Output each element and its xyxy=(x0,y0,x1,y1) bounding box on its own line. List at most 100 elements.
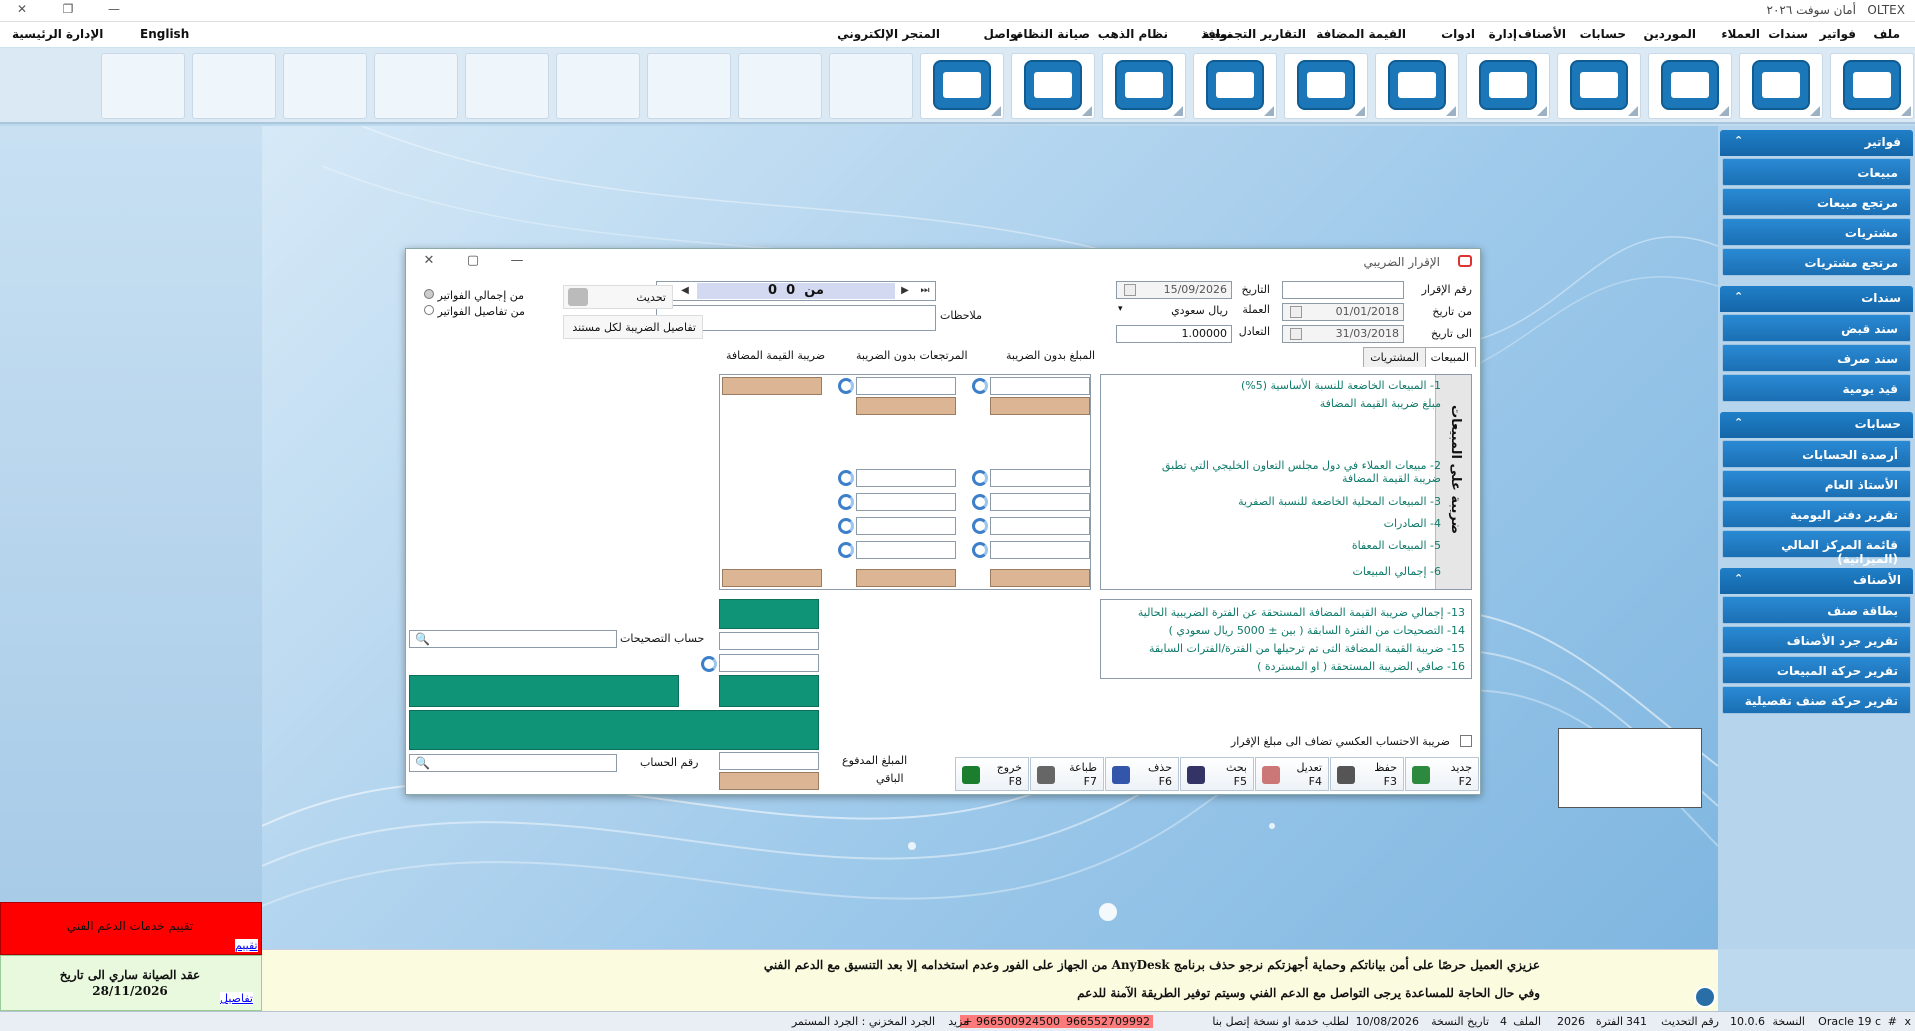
toolbar-button[interactable] xyxy=(1375,53,1459,119)
menu-item[interactable]: ادوات xyxy=(1441,27,1475,41)
radio-details-label[interactable]: من تفاصيل الفواتير xyxy=(424,305,525,318)
dialog-maximize-icon[interactable]: ▢ xyxy=(462,253,484,268)
menu-item[interactable]: العملاء xyxy=(1721,27,1760,41)
menu-item[interactable]: المتجر الإلكتروني xyxy=(837,27,940,41)
toolbar-button[interactable] xyxy=(1284,53,1368,119)
to-date-picker-icon[interactable] xyxy=(1290,328,1302,340)
radio-total-label[interactable]: من إجمالي الفواتير xyxy=(424,289,524,302)
amount-input[interactable] xyxy=(856,493,956,511)
last-record-icon[interactable]: ⏭ xyxy=(917,282,933,300)
amount-input[interactable] xyxy=(990,517,1090,535)
toolbar-button[interactable] xyxy=(1011,53,1095,119)
reverse-tax-checkbox[interactable] xyxy=(1460,735,1472,747)
refresh-row-icon[interactable] xyxy=(972,518,988,534)
refresh-row-icon[interactable] xyxy=(838,470,854,486)
prev-record-icon[interactable]: ◀ xyxy=(677,282,693,300)
refresh-row-icon[interactable] xyxy=(972,542,988,558)
sidebar-item[interactable]: أرصدة الحسابات xyxy=(1722,440,1911,468)
sidebar-item[interactable]: سند صرف xyxy=(1722,344,1911,372)
menu-item[interactable]: إدارة xyxy=(1489,27,1517,41)
toolbar-button[interactable] xyxy=(1193,53,1277,119)
button-exit[interactable]: خروج F8 xyxy=(955,757,1029,791)
decl-no-input[interactable] xyxy=(1282,281,1404,299)
amount-input[interactable] xyxy=(990,493,1090,511)
toolbar-button[interactable] xyxy=(1557,53,1641,119)
amount-input[interactable] xyxy=(856,469,956,487)
sidebar-group-2[interactable]: حسابات ⌃ xyxy=(1720,412,1913,438)
toolbar-empty-slot[interactable] xyxy=(738,53,822,119)
corrections-account-input[interactable]: 🔍 xyxy=(409,630,617,648)
button-new[interactable]: جديد F2 xyxy=(1405,757,1479,791)
sidebar-item[interactable]: مرتجع مشتريات xyxy=(1722,248,1911,276)
refresh-row-icon[interactable] xyxy=(972,378,988,394)
amount-input[interactable] xyxy=(856,377,956,395)
refresh-row-icon[interactable] xyxy=(838,542,854,558)
menu-item[interactable]: نظام الذهب xyxy=(1098,27,1168,41)
menu-item[interactable]: القيمة المضافة xyxy=(1316,27,1406,41)
toolbar-empty-slot[interactable] xyxy=(647,53,731,119)
dialog-close-icon[interactable]: ✕ xyxy=(418,253,440,268)
menu-item[interactable]: تواصل xyxy=(984,27,1022,41)
tab-purchases[interactable]: المشتريات xyxy=(1363,347,1426,367)
menu-item[interactable]: الموردين xyxy=(1643,27,1696,41)
toolbar-button[interactable] xyxy=(1830,53,1914,119)
button-edit[interactable]: تعديل F4 xyxy=(1255,757,1329,791)
sidebar-item[interactable]: مشتريات xyxy=(1722,218,1911,246)
toolbar-empty-slot[interactable] xyxy=(283,53,367,119)
carried-forward-input[interactable] xyxy=(719,654,819,672)
sidebar-item[interactable]: تقرير دفتر اليومية xyxy=(1722,500,1911,528)
refresh-button[interactable]: تحديث xyxy=(563,285,673,309)
search-icon[interactable]: 🔍 xyxy=(412,632,430,647)
paid-input[interactable] xyxy=(719,752,819,770)
dialog-minimize-icon[interactable]: — xyxy=(506,253,528,268)
toolbar-button[interactable] xyxy=(1466,53,1550,119)
menu-item[interactable]: حسابات xyxy=(1580,27,1626,41)
close-window-icon[interactable]: ✕ xyxy=(12,2,32,16)
settings-gear-icon[interactable] xyxy=(1694,986,1716,1008)
amount-input[interactable] xyxy=(856,541,956,559)
toolbar-button[interactable] xyxy=(920,53,1004,119)
amount-input[interactable] xyxy=(856,517,956,535)
rate-input[interactable]: 1.00000 xyxy=(1116,325,1232,343)
maintenance-details-link[interactable]: تفاصيل xyxy=(220,992,253,1005)
menu-home[interactable]: الإدارة الرئيسية xyxy=(12,27,103,41)
sidebar-item[interactable]: سند قبض xyxy=(1722,314,1911,342)
menu-item[interactable]: سندات xyxy=(1768,27,1808,41)
sidebar-item[interactable]: الأستاذ العام xyxy=(1722,470,1911,498)
amount-input[interactable] xyxy=(990,541,1090,559)
currency-select[interactable]: ريال سعودي ▾ xyxy=(1116,303,1232,321)
amount-input[interactable] xyxy=(990,469,1090,487)
from-date-picker-icon[interactable] xyxy=(1290,306,1302,318)
button-search[interactable]: بحث F5 xyxy=(1180,757,1254,791)
tax-details-button[interactable]: تفاصيل الضريبة لكل مستند xyxy=(563,315,703,339)
sidebar-group-1[interactable]: سندات ⌃ xyxy=(1720,286,1913,312)
restore-window-icon[interactable]: ❐ xyxy=(58,2,78,16)
menu-item[interactable]: صيانة النظام xyxy=(1015,27,1090,41)
refresh-row-icon[interactable] xyxy=(838,494,854,510)
date-picker-icon[interactable] xyxy=(1124,284,1136,296)
sidebar-item[interactable]: تقرير حركة المبيعات xyxy=(1722,656,1911,684)
toolbar-empty-slot[interactable] xyxy=(829,53,913,119)
amount-input[interactable] xyxy=(990,377,1090,395)
sidebar-item[interactable]: قيد يومية xyxy=(1722,374,1911,402)
sidebar-item[interactable]: تقرير حركة صنف تفصيلية xyxy=(1722,686,1911,714)
toolbar-empty-slot[interactable] xyxy=(374,53,458,119)
refresh-carried-icon[interactable] xyxy=(701,656,717,672)
corrections-amount-input[interactable] xyxy=(719,632,819,650)
refresh-row-icon[interactable] xyxy=(838,378,854,394)
menu-item[interactable]: ملف xyxy=(1873,27,1900,41)
sidebar-item[interactable]: مبيعات xyxy=(1722,158,1911,186)
refresh-row-icon[interactable] xyxy=(972,470,988,486)
toolbar-empty-slot[interactable] xyxy=(101,53,185,119)
minimize-window-icon[interactable]: — xyxy=(104,2,124,16)
button-save[interactable]: حفظ F3 xyxy=(1330,757,1404,791)
toolbar-button[interactable] xyxy=(1648,53,1732,119)
sidebar-item[interactable]: مرتجع مبيعات xyxy=(1722,188,1911,216)
sidebar-item[interactable]: بطاقة صنف xyxy=(1722,596,1911,624)
menu-item[interactable]: فواتير xyxy=(1820,27,1856,41)
sidebar-item[interactable]: قائمة المركز المالي (الميزانية) xyxy=(1722,530,1911,566)
account-no-input[interactable]: 🔍 xyxy=(409,754,617,772)
toolbar-empty-slot[interactable] xyxy=(192,53,276,119)
menu-english[interactable]: English xyxy=(140,27,189,41)
refresh-row-icon[interactable] xyxy=(838,518,854,534)
